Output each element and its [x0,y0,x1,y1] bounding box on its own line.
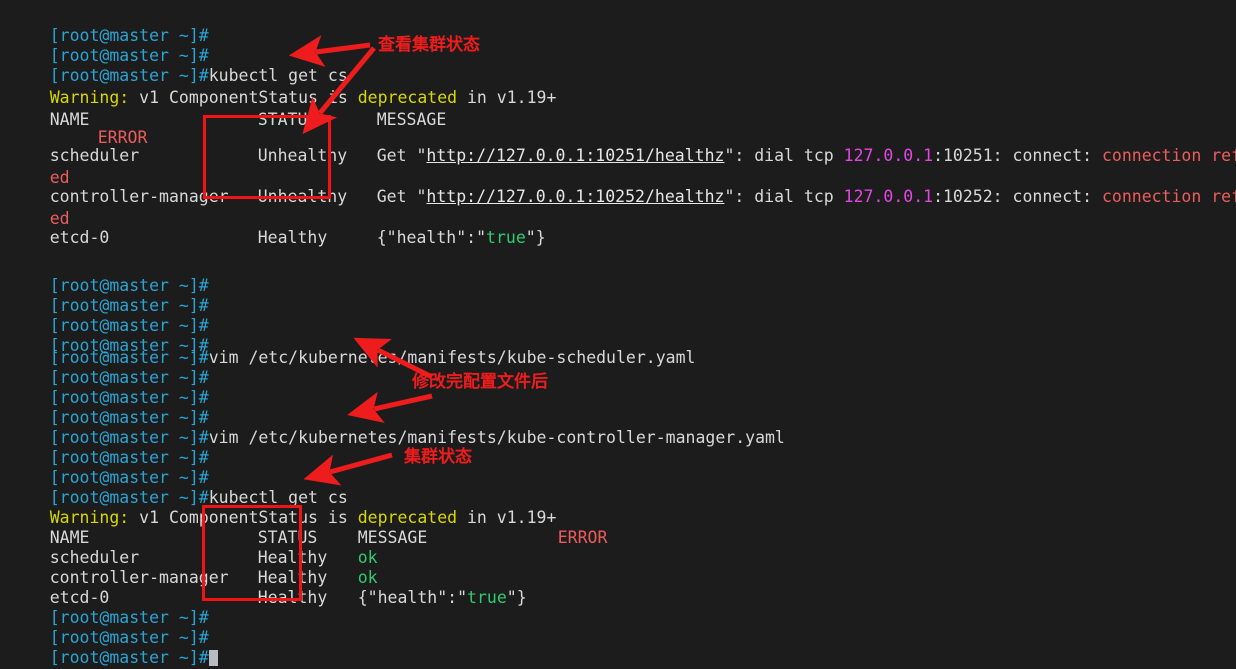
cell-name: etcd-0 [49,228,110,247]
shell-prompt: [root@master ~]# [49,648,209,667]
table2-row-scheduler-message: ok [318,528,378,567]
command-vim-controller: vim /etc/kubernetes/manifests/kube-contr… [208,428,785,447]
terminal-window[interactable]: [root@master ~]# [root@master ~]# [root@… [0,0,1236,669]
msg-error: connection refus [1101,146,1236,165]
command-vim-scheduler: vim /etc/kubernetes/manifests/kube-sched… [208,348,696,367]
terminal-line-warning: Warning: v1 ComponentStatus is deprecate… [10,68,557,107]
cell-status: Healthy [257,228,328,247]
table1-row-etcd-name: etcd-0 [10,208,110,247]
terminal-line: [root@master ~]# [10,608,209,647]
msg-json-close: "} [525,228,546,247]
msg-mid: ": dial tcp [724,146,844,165]
terminal-line: [root@master ~]# [10,276,209,315]
cell-status: Unhealthy [257,187,348,206]
msg-port: :10252: connect: [933,187,1102,206]
table1-row-etcd-status: Healthy [218,208,328,247]
table2-row-etcd-status: Healthy [218,568,328,607]
msg-error: connection refus [1101,187,1236,206]
msg-ip: 127.0.0.1 [843,146,934,165]
terminal-line-command: [root@master ~]#kubectl get cs [10,46,348,85]
terminal-line: [root@master ~]# [10,428,209,467]
table2-row-controller-message: ok [318,548,378,587]
table1-row-controller-status: Unhealthy [218,167,347,206]
cell-status: Unhealthy [257,146,348,165]
cell-status: Healthy [257,588,328,607]
msg-url[interactable]: http://127.0.0.1:10251/healthz [426,146,724,165]
terminal-line: [root@master ~]# [10,448,209,487]
table2-row-etcd-message: {"health":"true"} [318,568,527,607]
msg-json-close: "} [506,588,527,607]
warning-suffix: in v1.19+ [457,88,557,107]
text-cursor [208,650,218,666]
table2-row-etcd-name: etcd-0 [10,568,110,607]
msg-url[interactable]: http://127.0.0.1:10252/healthz [426,187,724,206]
table1-row-controller-name: controller-manager [10,167,229,206]
msg-json-value: true [467,588,507,607]
msg-json-open: {"health":" [357,588,468,607]
header-error: ERROR [557,528,608,547]
terminal-line-active[interactable]: [root@master ~]# [10,628,218,667]
table1-row-scheduler-wrap: ed [10,148,70,187]
table2-row-controller-name: controller-manager [10,548,229,587]
table2-header-message: MESSAGE [318,508,428,547]
table2-header-status: STATUS [218,508,318,547]
msg-mid: ": dial tcp [724,187,844,206]
table1-row-scheduler-name: scheduler [10,126,139,165]
msg-json-open: {"health":" [376,228,487,247]
msg-port: :10251: connect: [933,146,1102,165]
msg-ip: 127.0.0.1 [843,187,934,206]
terminal-line-command-2: [root@master ~]#kubectl get cs [10,468,348,507]
terminal-line: [root@master ~]# [10,368,209,407]
table1-header-error-wrap: ERROR [58,108,148,147]
terminal-line: [root@master ~]# [10,296,209,335]
table1-header-status-wrap: STATUS [218,90,318,129]
table2-header-name: NAME [10,508,90,547]
msg-json-value: true [486,228,526,247]
table2-row-controller-status: Healthy [218,548,328,587]
table1-row-scheduler-message: Get "http://127.0.0.1:10251/healthz": di… [337,126,1236,165]
table1-row-controller-wrap: ed [10,189,70,228]
msg-prefix: Get " [376,187,427,206]
terminal-line: [root@master ~]# [10,26,209,65]
terminal-line: [root@master ~]# [10,256,209,295]
terminal-line-vim-controller: [root@master ~]#vim /etc/kubernetes/mani… [10,408,785,447]
table1-header-message-wrap: MESSAGE [337,90,447,129]
terminal-line: [root@master ~]# [10,6,209,45]
table1-row-controller-message: Get "http://127.0.0.1:10252/healthz": di… [337,167,1236,206]
table2-row-scheduler-status: Healthy [218,528,328,567]
terminal-line-vim-scheduler: [root@master ~]#vim /etc/kubernetes/mani… [10,328,696,367]
table2-header-error: ERROR [518,508,608,547]
table1-header-row: NAME [10,90,90,129]
terminal-line: [root@master ~]# [10,348,209,387]
table2-row-scheduler-name: scheduler [10,528,139,567]
cell-name: controller-manager [49,187,229,206]
table1-row-etcd-message: {"health":"true"} [337,208,546,247]
msg-prefix: Get " [376,146,427,165]
table1-row-scheduler-status: Unhealthy [218,126,347,165]
terminal-line: [root@master ~]# [10,588,209,627]
terminal-line-warning-2: Warning: v1 ComponentStatus is deprecate… [10,488,557,527]
terminal-line: [root@master ~]# [10,388,209,427]
